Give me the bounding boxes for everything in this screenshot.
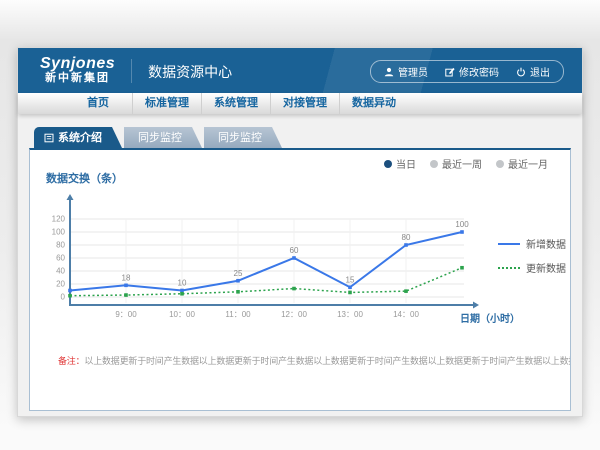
period-option-0[interactable]: 当日 — [384, 156, 416, 171]
legend-swatch — [498, 243, 520, 245]
series-0: 18 10 25 60 15 80 100 — [68, 220, 469, 292]
legend-swatch — [498, 267, 520, 269]
footnote-text: 以上数据更新于时间产生数据以上数据更新于时间产生数据以上数据更新于时间产生数据以… — [84, 356, 570, 366]
svg-text:10: 10 — [178, 279, 187, 288]
tab-label: 同步监控 — [138, 127, 182, 149]
svg-text:0: 0 — [61, 293, 66, 302]
data-point — [348, 291, 352, 295]
legend-label: 更新数据 — [526, 260, 566, 275]
user-icon — [384, 67, 394, 77]
chart-panel: 当日 最近一周 最近一月 数据交换（条） 0 20 40 60 80 100 120 9：00 10… — [29, 148, 571, 411]
tab-1[interactable]: 同步监控 — [124, 127, 202, 148]
period-option-1[interactable]: 最近一周 — [430, 156, 482, 171]
svg-text:20: 20 — [56, 280, 65, 289]
data-point — [68, 289, 72, 293]
data-point — [124, 284, 128, 288]
tab-2[interactable]: 同步监控 — [204, 127, 282, 148]
footnote: 备注：以上数据更新于时间产生数据以上数据更新于时间产生数据以上数据更新于时间产生… — [58, 354, 570, 367]
user-action-label: 管理员 — [398, 64, 428, 79]
data-point — [180, 292, 184, 296]
data-point — [236, 290, 240, 294]
data-point — [292, 287, 296, 291]
nav-item-4[interactable]: 数据异动 — [339, 93, 408, 114]
edit-icon — [445, 67, 455, 77]
data-point — [180, 289, 184, 293]
logout-button[interactable]: 退出 — [516, 64, 550, 79]
period-option-2[interactable]: 最近一月 — [496, 156, 548, 171]
content-area: 系统介绍 同步监控 同步监控 当日 最近一周 最近一月 数据交换（条） 0 20 40 60 8… — [18, 114, 582, 411]
data-point — [348, 285, 352, 289]
svg-text:40: 40 — [56, 267, 65, 276]
radio-dot — [496, 160, 504, 168]
x-axis-title: 日期（小时） — [460, 310, 520, 325]
main-nav: 首页标准管理系统管理对接管理数据异动 — [18, 93, 582, 114]
radio-label: 当日 — [396, 156, 416, 171]
svg-text:10：00: 10：00 — [169, 310, 195, 319]
data-point — [404, 243, 408, 247]
radio-dot — [430, 160, 438, 168]
nav-item-2[interactable]: 系统管理 — [201, 93, 270, 114]
radio-dot — [384, 160, 392, 168]
svg-text:80: 80 — [56, 241, 65, 250]
svg-text:80: 80 — [402, 233, 411, 242]
svg-text:14：00: 14：00 — [393, 310, 419, 319]
tab-0[interactable]: 系统介绍 — [34, 127, 122, 148]
data-point — [68, 294, 72, 298]
svg-text:18: 18 — [122, 273, 131, 282]
power-icon — [516, 67, 526, 77]
radio-label: 最近一周 — [442, 156, 482, 171]
user-actions-bar: 管理员 修改密码 退出 — [370, 60, 564, 83]
data-point — [124, 293, 128, 297]
svg-text:25: 25 — [234, 269, 243, 278]
data-point — [292, 256, 296, 260]
svg-text:100: 100 — [455, 220, 469, 229]
y-axis-title: 数据交换（条） — [46, 170, 123, 186]
svg-text:60: 60 — [290, 246, 299, 255]
data-point — [236, 279, 240, 283]
svg-text:60: 60 — [56, 254, 65, 263]
data-point — [404, 289, 408, 293]
nav-item-1[interactable]: 标准管理 — [132, 93, 201, 114]
gridlines: 0 20 40 60 80 100 120 — [52, 215, 464, 304]
footnote-label: 备注： — [58, 356, 84, 366]
svg-text:100: 100 — [52, 228, 66, 237]
data-point — [460, 230, 464, 234]
line-chart: 0 20 40 60 80 100 120 9：00 10：00 11：00 12：00 13：00 1… — [38, 190, 486, 340]
brand-logo-title: Synjones — [40, 56, 115, 73]
svg-text:9：00: 9：00 — [115, 310, 137, 319]
chart-legend: 新增数据更新数据 — [498, 236, 566, 275]
data-point — [460, 266, 464, 270]
user-action-label: 修改密码 — [459, 64, 499, 79]
x-tick-labels: 9：00 10：00 11：00 12：00 13：00 14：00 — [115, 310, 419, 319]
app-title: 数据资源中心 — [131, 59, 232, 83]
change-password-button[interactable]: 修改密码 — [445, 64, 499, 79]
svg-text:11：00: 11：00 — [225, 310, 251, 319]
axes — [67, 194, 480, 309]
svg-text:13：00: 13：00 — [337, 310, 363, 319]
brand-logo-subtitle: 新中新集团 — [40, 73, 115, 85]
tab-label: 系统介绍 — [58, 127, 102, 149]
user-action-label: 退出 — [530, 64, 550, 79]
tab-label: 同步监控 — [218, 127, 262, 149]
radio-label: 最近一月 — [508, 156, 548, 171]
tab-bar: 系统介绍 同步监控 同步监控 — [34, 127, 582, 148]
nav-item-0[interactable]: 首页 — [64, 93, 132, 114]
document-icon — [44, 133, 54, 143]
period-filter: 当日 最近一周 最近一月 — [384, 156, 548, 171]
svg-text:12：00: 12：00 — [281, 310, 307, 319]
user-admin-button[interactable]: 管理员 — [384, 64, 428, 79]
legend-item-0: 新增数据 — [498, 236, 566, 251]
brand-logo: Synjones 新中新集团 — [40, 56, 115, 84]
legend-item-1: 更新数据 — [498, 260, 566, 275]
svg-text:15: 15 — [346, 275, 355, 284]
legend-label: 新增数据 — [526, 236, 566, 251]
svg-text:120: 120 — [52, 215, 66, 224]
app-header: Synjones 新中新集团 数据资源中心 管理员 修改密码 退出 — [18, 48, 582, 93]
nav-item-3[interactable]: 对接管理 — [270, 93, 339, 114]
app-window: Synjones 新中新集团 数据资源中心 管理员修改密码退出 首页标准管理系统… — [17, 47, 583, 417]
